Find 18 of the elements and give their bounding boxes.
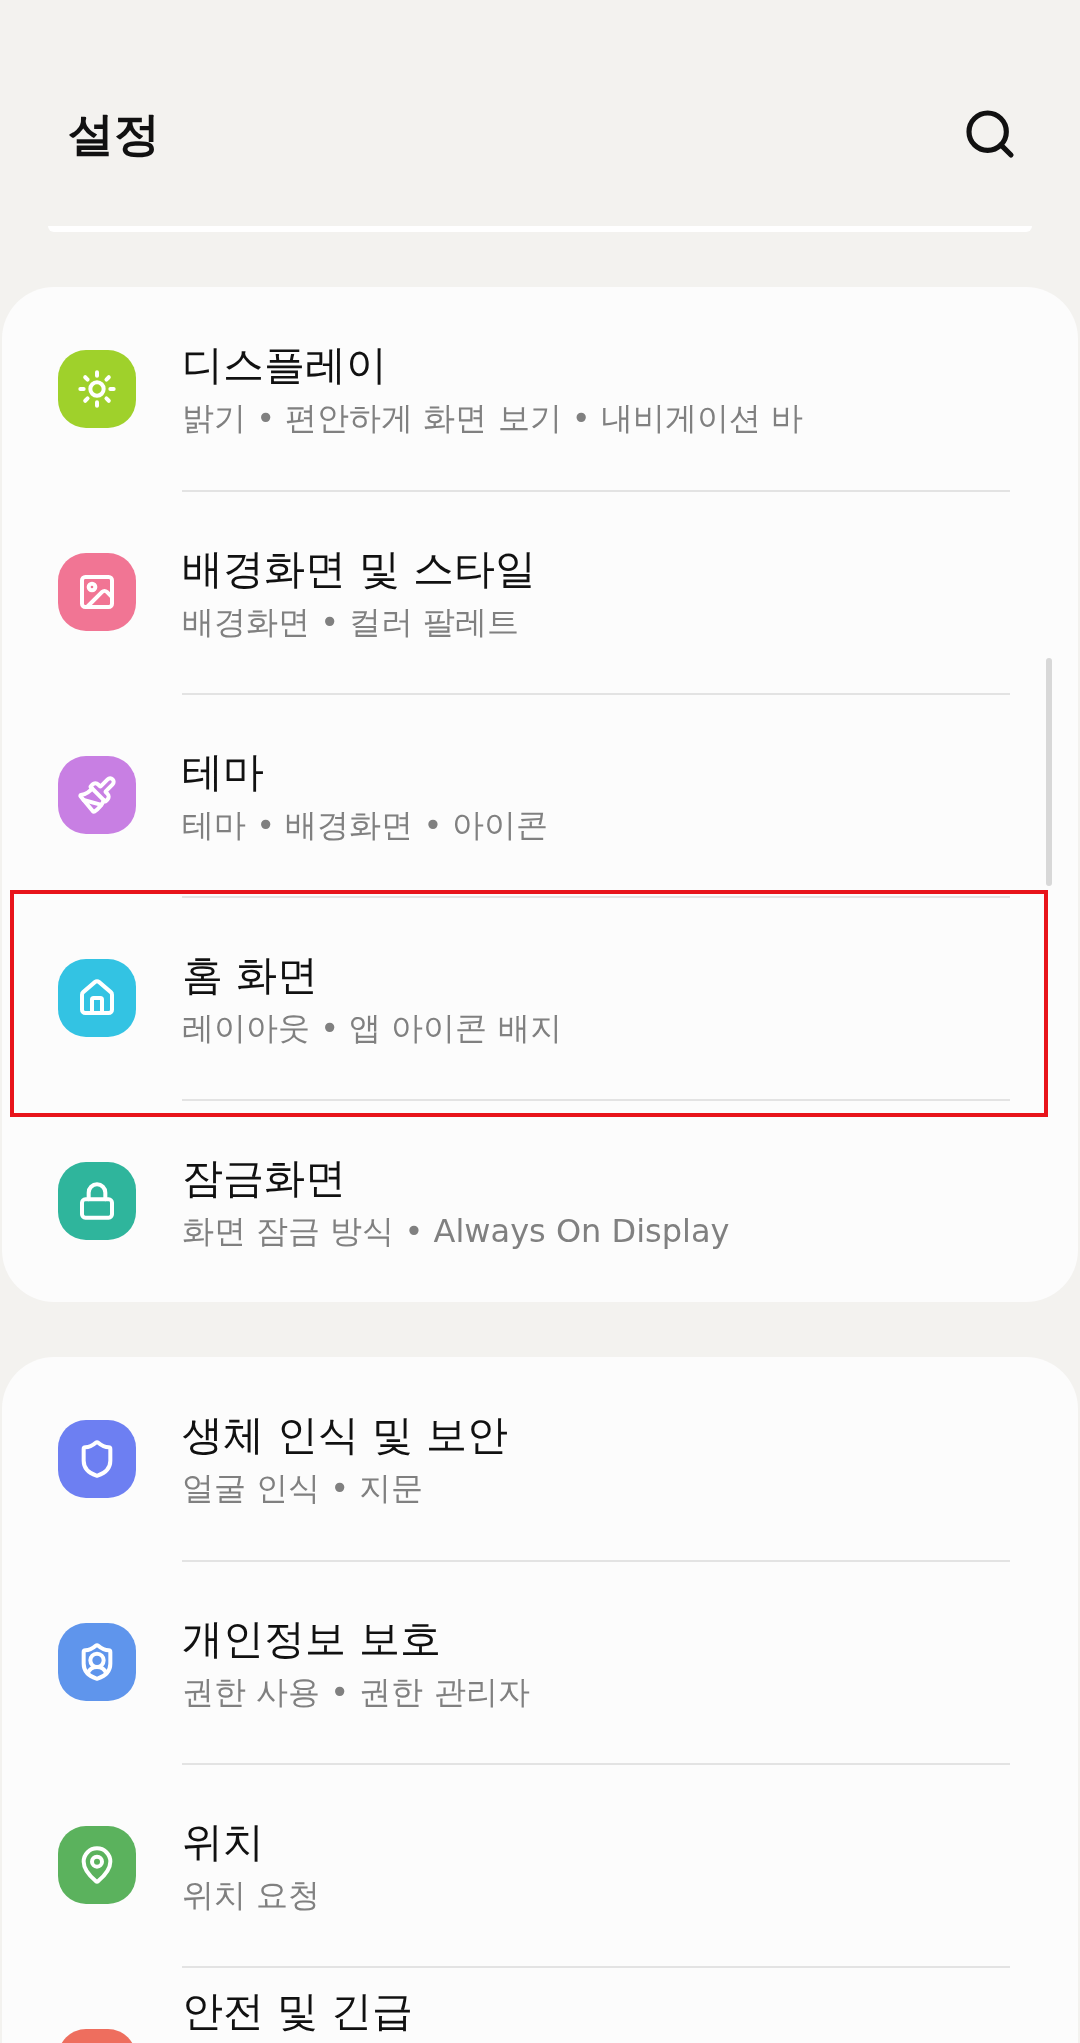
setting-title[interactable]: 위치: [182, 1814, 1010, 1869]
setting-subtitle: 테마 • 배경화면 • 아이콘: [182, 804, 550, 846]
setting-subtitle: 밝기 • 편안하게 화면 보기 • 내비게이션 바: [182, 397, 804, 439]
setting-title[interactable]: 개인정보 보호: [182, 1611, 1010, 1666]
setting-title[interactable]: 디스플레이: [182, 337, 1010, 392]
setting-subtitle: 배경화면 • 컬러 팔레트: [182, 601, 521, 643]
setting-subtitle: 레이아웃 • 앱 아이콘 배지: [182, 1007, 563, 1049]
setting-title[interactable]: 생체 인식 및 보안: [182, 1407, 1010, 1462]
setting-subtitle: 화면 잠금 방식 • Always On Display: [182, 1210, 731, 1252]
setting-subtitle: 권한 사용 • 권한 관리자: [182, 1671, 531, 1713]
page-title: 설정: [68, 106, 160, 163]
setting-title[interactable]: 안전 및 긴급: [182, 1984, 1010, 2038]
setting-title[interactable]: 배경화면 및 스타일: [182, 541, 1010, 596]
setting-title[interactable]: 테마: [182, 744, 1010, 799]
setting-subtitle: 얼굴 인식 • 지문: [182, 1467, 425, 1509]
setting-title[interactable]: 홈 화면: [182, 947, 1010, 1002]
setting-subtitle: 위치 요청: [182, 1874, 322, 1916]
setting-title[interactable]: 잠금화면: [182, 1150, 1010, 1205]
